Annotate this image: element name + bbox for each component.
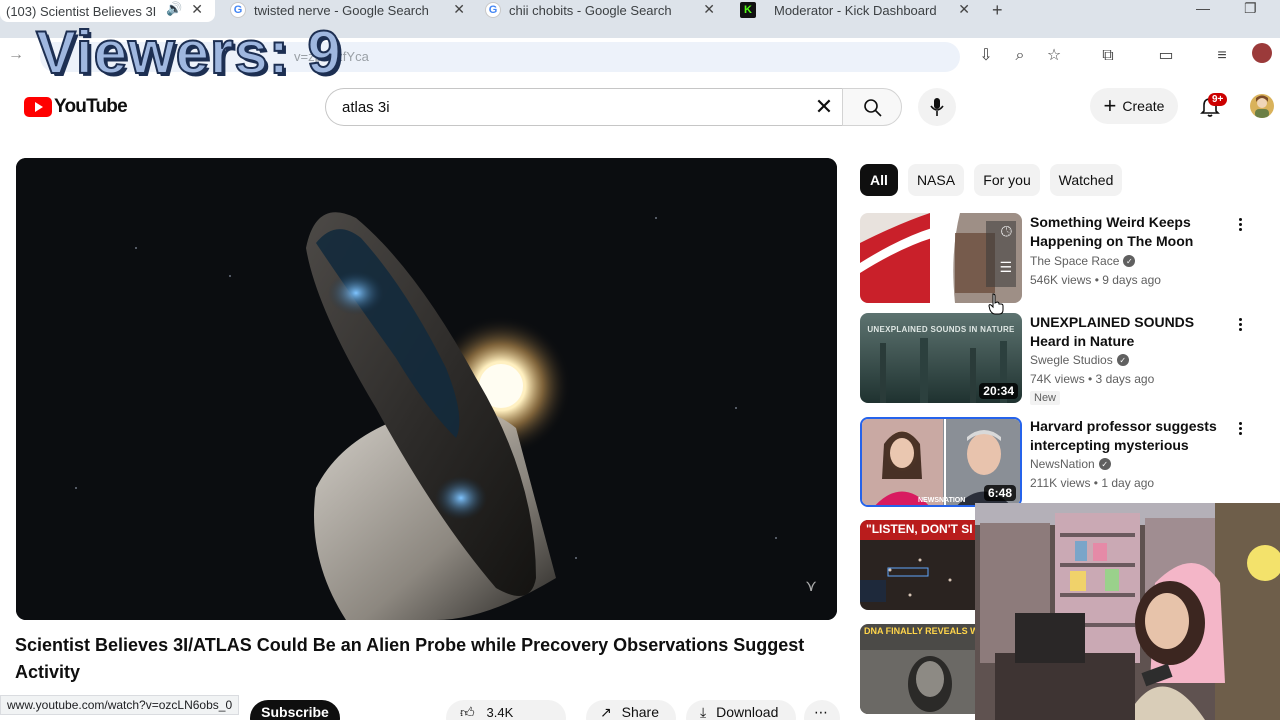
plus-icon: + bbox=[1103, 93, 1117, 118]
verified-icon: ✓ bbox=[1116, 354, 1129, 366]
channel-name: Swegle Studios bbox=[1030, 353, 1113, 367]
close-tab-icon[interactable]: ✕ bbox=[191, 1, 203, 18]
user-avatar[interactable] bbox=[1250, 94, 1274, 118]
kick-icon: K bbox=[740, 2, 756, 18]
verified-icon: ✓ bbox=[1123, 255, 1136, 267]
recommendation-title[interactable]: UNEXPLAINED SOUNDS Heard in Nature bbox=[1030, 313, 1230, 351]
search-icon bbox=[864, 99, 882, 117]
chip-for-you[interactable]: For you bbox=[974, 164, 1040, 196]
thumbnail-caption: NEWSNATION bbox=[918, 497, 966, 504]
thumbnail-caption: "LISTEN, DON'T SI bbox=[866, 522, 973, 536]
link-status-bar: www.youtube.com/watch?v=ozcLN6obs_0 bbox=[0, 695, 240, 715]
more-options-icon[interactable] bbox=[1232, 316, 1248, 336]
recommendation-thumbnail[interactable]: NEWSNATION 6:48 bbox=[860, 417, 1022, 507]
google-icon: G bbox=[485, 2, 501, 18]
more-options-icon[interactable] bbox=[1232, 420, 1248, 440]
search-query: atlas 3i bbox=[342, 99, 390, 116]
screen: (103) Scientist Believes 3I/A 🔊 ✕ G twis… bbox=[0, 0, 1280, 720]
new-badge: New bbox=[1030, 391, 1061, 405]
voice-search-button[interactable] bbox=[918, 88, 956, 126]
thumbs-up-icon: 👍︎ bbox=[460, 704, 475, 720]
subscribe-button[interactable]: Subscribe bbox=[250, 700, 340, 720]
recommendation-thumbnail[interactable]: UNEXPLAINED SOUNDS IN NATURE 20:34 bbox=[860, 313, 1022, 403]
recommendation-meta: 211K views • 1 day ago bbox=[1030, 476, 1155, 490]
download-icon: ⤓ bbox=[700, 704, 707, 720]
more-horizontal-icon: ⋯ bbox=[814, 704, 828, 720]
tab-google-twisted-nerve[interactable]: G twisted nerve - Google Search ✕ bbox=[230, 0, 475, 20]
mouse-cursor-hand-icon bbox=[988, 293, 1004, 315]
video-duration: 20:34 bbox=[979, 383, 1018, 399]
restore-icon[interactable]: ❐ bbox=[1244, 0, 1257, 17]
clear-search-icon[interactable]: ✕ bbox=[811, 94, 837, 120]
close-tab-icon[interactable]: ✕ bbox=[703, 1, 715, 18]
like-count: 3.4K bbox=[486, 705, 514, 720]
share-label: Share bbox=[621, 704, 659, 720]
youtube-logo[interactable]: YouTube bbox=[24, 96, 128, 118]
recommendation-channel[interactable]: The Space Race ✓ bbox=[1030, 254, 1136, 268]
tab-title: (103) Scientist Believes 3I/A bbox=[6, 3, 156, 19]
chip-watched[interactable]: Watched bbox=[1050, 164, 1122, 196]
forward-arrow-icon[interactable]: → bbox=[8, 46, 24, 64]
minimize-icon[interactable]: — bbox=[1196, 0, 1210, 16]
create-button[interactable]: + Create bbox=[1090, 88, 1178, 124]
share-icon: ↗ bbox=[600, 704, 612, 720]
more-options-icon[interactable] bbox=[1232, 216, 1248, 236]
search-input[interactable]: atlas 3i ✕ bbox=[325, 88, 843, 126]
channel-name: The Space Race bbox=[1030, 254, 1120, 268]
recommendation-channel[interactable]: Swegle Studios ✓ bbox=[1030, 353, 1129, 367]
tab-title: twisted nerve - Google Search bbox=[254, 2, 429, 18]
notification-badge: 9+ bbox=[1208, 93, 1228, 106]
microphone-icon bbox=[930, 98, 944, 116]
bookmark-star-icon[interactable]: ☆ bbox=[1044, 46, 1064, 66]
verified-icon: ✓ bbox=[1098, 458, 1111, 470]
recommendation-thumbnail[interactable]: 🕓︎ ☰ bbox=[860, 213, 1022, 303]
recommendation-title[interactable]: Harvard professor suggests intercepting … bbox=[1030, 417, 1230, 455]
video-title: Scientist Believes 3I/ATLAS Could Be an … bbox=[15, 635, 805, 682]
video-duration: 6:48 bbox=[983, 485, 1016, 501]
close-tab-icon[interactable]: ✕ bbox=[958, 1, 970, 18]
like-button[interactable]: 👍︎ 3.4K bbox=[446, 700, 566, 720]
channel-watermark-icon: ⋎ bbox=[805, 578, 817, 595]
recommendation-title[interactable]: Something Weird Keeps Happening on The M… bbox=[1030, 213, 1230, 251]
more-actions-button[interactable]: ⋯ bbox=[804, 700, 840, 720]
audio-icon[interactable]: 🔊 bbox=[166, 1, 182, 17]
share-button[interactable]: ↗ Share bbox=[586, 700, 676, 720]
video-frame-asteroid bbox=[16, 158, 837, 620]
cast-icon[interactable]: ▭ bbox=[1156, 46, 1176, 66]
close-tab-icon[interactable]: ✕ bbox=[453, 1, 465, 18]
google-icon: G bbox=[230, 2, 246, 18]
thumbnail-caption: UNEXPLAINED SOUNDS IN NATURE bbox=[867, 325, 1015, 334]
tab-google-chii-chobits[interactable]: G chii chobits - Google Search ✕ bbox=[485, 0, 725, 20]
download-button[interactable]: ⤓ Download bbox=[686, 700, 796, 720]
extensions-icon[interactable]: ⧉ bbox=[1098, 46, 1118, 66]
search-button[interactable] bbox=[842, 88, 902, 126]
recommendation-channel[interactable]: NewsNation ✓ bbox=[1030, 457, 1111, 471]
watch-later-icon[interactable]: 🕓︎ bbox=[1001, 223, 1012, 240]
tab-kick-dashboard[interactable]: K Moderator - Kick Dashboard ✕ bbox=[740, 0, 980, 20]
new-tab-button[interactable]: + bbox=[992, 0, 1003, 21]
video-player[interactable]: ⋎ bbox=[16, 158, 837, 620]
recommendation-meta: 546K views • 9 days ago bbox=[1030, 273, 1161, 287]
download-label: Download bbox=[716, 704, 779, 720]
zoom-icon[interactable]: ⌕ bbox=[1010, 46, 1030, 66]
viewers-count-overlay: Viewers: 9 bbox=[35, 18, 342, 87]
media-controls-icon[interactable]: ≡ bbox=[1212, 46, 1232, 66]
create-label: Create bbox=[1122, 98, 1165, 114]
recommendation-meta: 74K views • 3 days ago bbox=[1030, 372, 1155, 386]
streamer-webcam-overlay bbox=[975, 503, 1280, 720]
youtube-play-icon bbox=[24, 97, 52, 117]
tab-title: chii chobits - Google Search bbox=[509, 2, 672, 18]
channel-name: NewsNation bbox=[1030, 457, 1095, 471]
tab-title: Moderator - Kick Dashboard bbox=[774, 2, 937, 18]
install-app-icon[interactable]: ⇩ bbox=[976, 46, 996, 66]
browser-profile-avatar[interactable] bbox=[1252, 43, 1272, 63]
youtube-wordmark: YouTube bbox=[54, 96, 128, 117]
chip-all[interactable]: All bbox=[860, 164, 898, 196]
chip-nasa[interactable]: NASA bbox=[908, 164, 964, 196]
add-to-queue-icon[interactable]: ☰ bbox=[999, 259, 1012, 276]
